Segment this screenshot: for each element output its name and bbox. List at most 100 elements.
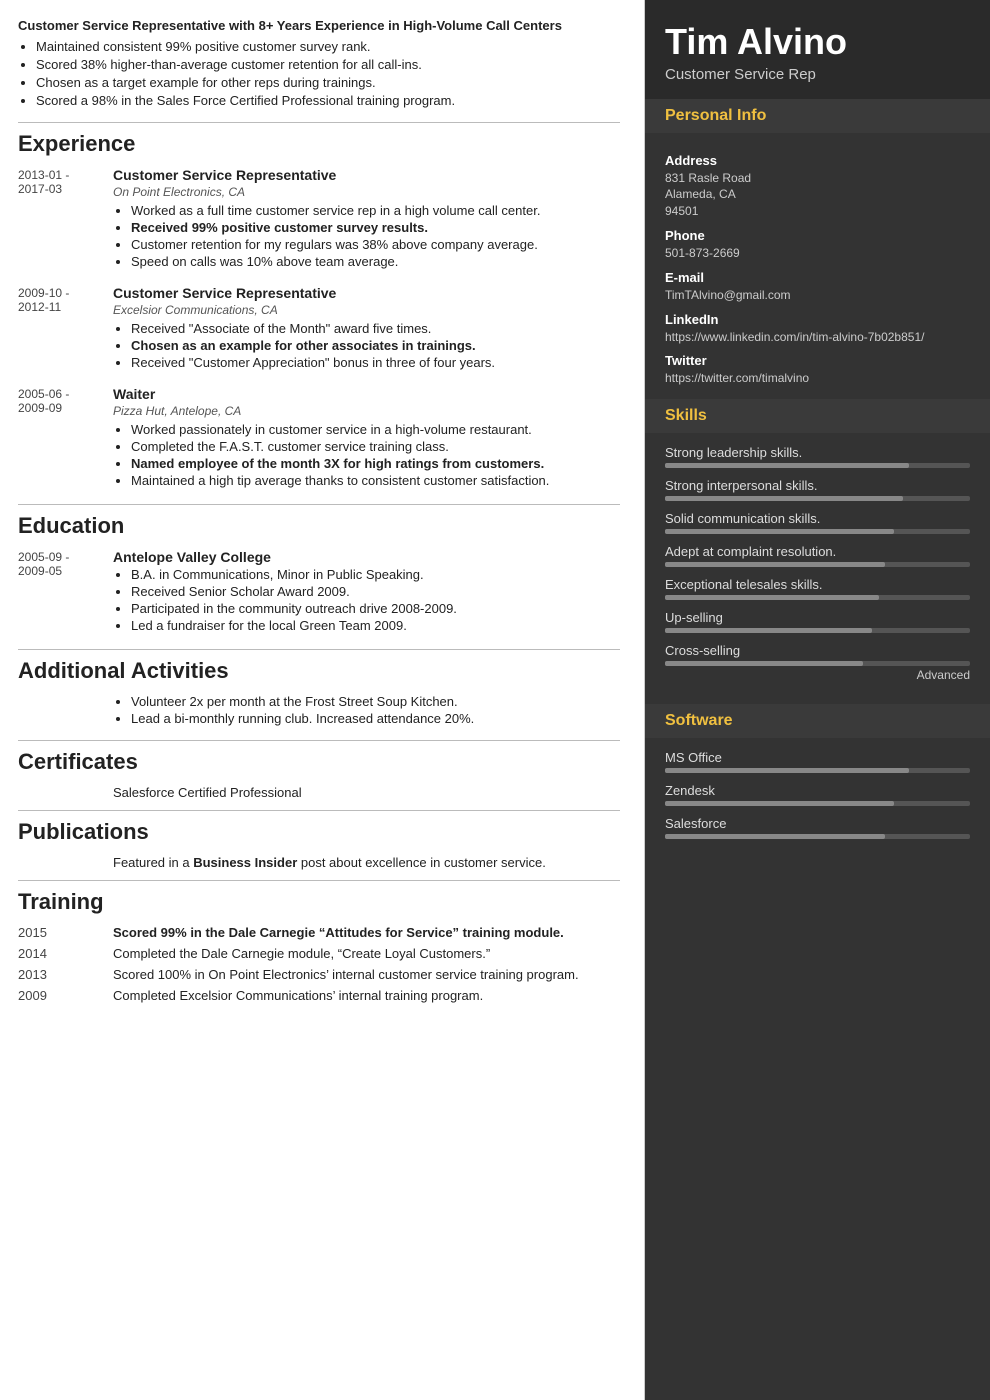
bullet: Maintained a high tip average thanks to …	[131, 473, 620, 488]
training-year-2: 2014	[18, 946, 113, 961]
entry-date-1: 2013-01 - 2017-03	[18, 167, 113, 271]
skill-item-7: Cross-selling Advanced	[665, 643, 970, 682]
training-row-1: 2015 Scored 99% in the Dale Carnegie “At…	[18, 925, 620, 940]
summary-bullet-3: Chosen as a target example for other rep…	[36, 75, 620, 90]
address-label: Address	[665, 153, 970, 168]
skill-item-5: Exceptional telesales skills.	[665, 577, 970, 600]
linkedin-label: LinkedIn	[665, 312, 970, 327]
skill-item-6: Up-selling	[665, 610, 970, 633]
skill-bar-bg-5	[665, 595, 970, 600]
software-content: MS Office Zendesk Salesforce	[645, 738, 990, 861]
linkedin-value: https://www.linkedin.com/in/tim-alvino-7…	[665, 329, 970, 346]
skill-item-4: Adept at complaint resolution.	[665, 544, 970, 567]
edu-date-1: 2005-09 - 2009-05	[18, 549, 113, 635]
bullet: Worked passionately in customer service …	[131, 422, 620, 437]
additional-activities-content: Volunteer 2x per month at the Frost Stre…	[113, 694, 620, 726]
edu-content-1: Antelope Valley College B.A. in Communic…	[113, 549, 620, 635]
skill-bar-bg-4	[665, 562, 970, 567]
divider	[18, 810, 620, 811]
software-bar-fill-3	[665, 834, 885, 839]
training-row-2: 2014 Completed the Dale Carnegie module,…	[18, 946, 620, 961]
software-bar-fill-2	[665, 801, 894, 806]
training-row-4: 2009 Completed Excelsior Communications’…	[18, 988, 620, 1003]
skill-bar-fill-5	[665, 595, 879, 600]
skill-bar-fill-3	[665, 529, 894, 534]
phone-value: 501-873-2669	[665, 245, 970, 262]
software-bar-bg-3	[665, 834, 970, 839]
software-bar-bg-2	[665, 801, 970, 806]
twitter-label: Twitter	[665, 353, 970, 368]
summary-section: Customer Service Representative with 8+ …	[18, 18, 620, 108]
experience-entry-3: 2005-06 - 2009-09 Waiter Pizza Hut, Ante…	[18, 386, 620, 490]
edu-bullets-1: B.A. in Communications, Minor in Public …	[113, 567, 620, 633]
software-name-2: Zendesk	[665, 783, 970, 798]
entry-date-2: 2009-10 - 2012-11	[18, 285, 113, 372]
training-year-3: 2013	[18, 967, 113, 982]
software-bar-fill-1	[665, 768, 909, 773]
skill-bar-bg-1	[665, 463, 970, 468]
skill-bar-fill-4	[665, 562, 885, 567]
bullet: Received "Customer Appreciation" bonus i…	[131, 355, 620, 370]
additional-activities-heading: Additional Activities	[18, 658, 620, 684]
training-heading: Training	[18, 889, 620, 915]
entry-date-3: 2005-06 - 2009-09	[18, 386, 113, 490]
software-bar-bg-1	[665, 768, 970, 773]
email-label: E-mail	[665, 270, 970, 285]
skill-bar-bg-2	[665, 496, 970, 501]
summary-bullet-1: Maintained consistent 99% positive custo…	[36, 39, 620, 54]
training-year-4: 2009	[18, 988, 113, 1003]
advanced-label: Advanced	[917, 668, 970, 682]
job-title-2: Customer Service Representative	[113, 285, 620, 301]
divider	[18, 649, 620, 650]
personal-info-content: Address 831 Rasle Road Alameda, CA 94501…	[645, 133, 990, 400]
divider	[18, 740, 620, 741]
twitter-value: https://twitter.com/timalvino	[665, 370, 970, 387]
entry-content-2: Customer Service Representative Excelsio…	[113, 285, 620, 372]
certificate-item: Salesforce Certified Professional	[113, 785, 620, 800]
training-year-1: 2015	[18, 925, 113, 940]
summary-bullet-2: Scored 38% higher-than-average customer …	[36, 57, 620, 72]
sidebar-header: Tim Alvino Customer Service Rep	[645, 0, 990, 99]
bullet: Worked as a full time customer service r…	[131, 203, 620, 218]
training-desc-4: Completed Excelsior Communications’ inte…	[113, 988, 620, 1003]
address-value: 831 Rasle Road Alameda, CA 94501	[665, 170, 970, 220]
bullet: B.A. in Communications, Minor in Public …	[131, 567, 620, 582]
certificates-heading: Certificates	[18, 749, 620, 775]
additional-bullets: Volunteer 2x per month at the Frost Stre…	[113, 694, 620, 726]
skill-bar-fill-6	[665, 628, 872, 633]
divider	[18, 880, 620, 881]
bullet: Volunteer 2x per month at the Frost Stre…	[131, 694, 620, 709]
entry-content-1: Customer Service Representative On Point…	[113, 167, 620, 271]
summary-bullet-4: Scored a 98% in the Sales Force Certifie…	[36, 93, 620, 108]
left-column: Customer Service Representative with 8+ …	[0, 0, 645, 1400]
bullet: Customer retention for my regulars was 3…	[131, 237, 620, 252]
skill-bar-fill-2	[665, 496, 903, 501]
skill-name-6: Up-selling	[665, 610, 970, 625]
bullet: Named employee of the month 3X for high …	[131, 456, 620, 471]
candidate-role: Customer Service Rep	[665, 66, 970, 83]
job-title-3: Waiter	[113, 386, 620, 402]
company-1: On Point Electronics, CA	[113, 185, 620, 199]
training-row-3: 2013 Scored 100% in On Point Electronics…	[18, 967, 620, 982]
entry-bullets-1: Worked as a full time customer service r…	[113, 203, 620, 269]
software-name-3: Salesforce	[665, 816, 970, 831]
experience-entry-1: 2013-01 - 2017-03 Customer Service Repre…	[18, 167, 620, 271]
software-name-1: MS Office	[665, 750, 970, 765]
bullet: Led a fundraiser for the local Green Tea…	[131, 618, 620, 633]
divider	[18, 122, 620, 123]
summary-title: Customer Service Representative with 8+ …	[18, 18, 620, 33]
skills-heading: Skills	[645, 399, 990, 433]
software-item-2: Zendesk	[665, 783, 970, 806]
pub-bold: Business Insider	[193, 855, 297, 870]
bullet: Received "Associate of the Month" award …	[131, 321, 620, 336]
pub-suffix: post about excellence in customer servic…	[297, 855, 546, 870]
entry-bullets-2: Received "Associate of the Month" award …	[113, 321, 620, 370]
bullet: Chosen as an example for other associate…	[131, 338, 620, 353]
skill-name-1: Strong leadership skills.	[665, 445, 970, 460]
training-desc-2: Completed the Dale Carnegie module, “Cre…	[113, 946, 620, 961]
skills-content: Strong leadership skills. Strong interpe…	[645, 433, 990, 704]
skill-item-2: Strong interpersonal skills.	[665, 478, 970, 501]
publications-heading: Publications	[18, 819, 620, 845]
bullet: Speed on calls was 10% above team averag…	[131, 254, 620, 269]
pub-prefix: Featured in a	[113, 855, 193, 870]
